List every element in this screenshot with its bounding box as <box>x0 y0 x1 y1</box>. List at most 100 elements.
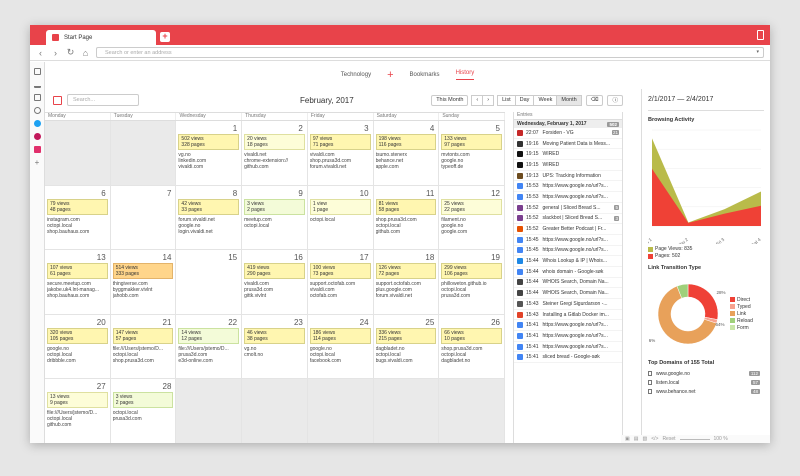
view-week-button[interactable]: Week <box>533 94 558 106</box>
day-top-domain[interactable]: prusa3d.com <box>113 416 174 422</box>
history-entry[interactable]: 15:45 https://www.google.no/url?s... <box>514 235 622 246</box>
calendar-day-cell[interactable]: 12 25 views 22 pages filament.no google.no go… <box>439 185 505 251</box>
day-stats[interactable]: 14 views 12 pages <box>178 327 240 344</box>
day-number[interactable]: 19 <box>441 253 502 263</box>
history-icon[interactable] <box>33 107 41 114</box>
day-stats[interactable]: 514 views 333 pages <box>112 263 174 280</box>
calendar-day-cell[interactable]: 18 126 views 72 pages support.octofab.com pl… <box>373 250 440 315</box>
day-stats[interactable]: 186 views 114 pages <box>309 327 371 344</box>
day-stats[interactable]: 3 views 2 pages <box>112 392 174 409</box>
day-stats[interactable]: 20 views 18 pages <box>244 134 305 150</box>
day-stats[interactable]: 320 views 105 pages <box>47 327 108 344</box>
history-entry[interactable]: 15:41 https://www.google.no/url?s... <box>514 320 622 332</box>
day-number[interactable]: 20 <box>47 318 108 328</box>
history-entry[interactable]: 15:41 sliced bread - Google-søk <box>514 352 622 364</box>
day-top-domain[interactable]: dagbladet.no <box>441 358 502 364</box>
day-top-domain[interactable]: cmolt.no <box>244 352 305 358</box>
day-number[interactable]: 26 <box>441 318 502 328</box>
top-domain-row[interactable]: www.google.no 112 <box>648 369 764 378</box>
day-number[interactable]: 3 <box>310 124 371 134</box>
history-entry[interactable]: 15:45 https://www.google.no/url?s... <box>514 246 622 257</box>
calendar-day-cell[interactable]: 10 1 view 1 page octopi.local <box>307 185 374 251</box>
day-number[interactable]: 9 <box>244 189 305 199</box>
web-panel-icon[interactable] <box>33 133 41 140</box>
day-number[interactable]: 15 <box>178 253 239 263</box>
day-top-domain[interactable]: e3d-online.com <box>178 358 239 364</box>
day-number[interactable]: 24 <box>310 318 371 328</box>
tab-bookmarks[interactable]: Bookmarks <box>410 72 440 78</box>
history-entry[interactable]: 15:43 Installing a Gitlab Docker im... <box>514 310 622 321</box>
zoom-slider[interactable] <box>679 438 710 440</box>
calendar-day-cell[interactable]: 2 20 views 18 pages vivaldi.net chrome-exten… <box>242 121 308 186</box>
next-button[interactable]: › <box>482 94 495 106</box>
calendar-day-cell[interactable]: 8 42 views 33 pages forum.vivaldi.net google… <box>176 185 243 251</box>
day-stats[interactable]: 81 views 58 pages <box>375 198 437 215</box>
history-entry[interactable]: 22:07 Forsiden - VG 21 <box>514 128 622 139</box>
code-icon[interactable]: </> <box>651 436 658 442</box>
day-number[interactable]: 22 <box>178 318 239 328</box>
day-top-domain[interactable]: prusa3d.com <box>441 293 502 299</box>
tab-technology[interactable]: Technology <box>341 72 371 78</box>
day-number[interactable]: 25 <box>376 318 437 328</box>
day-top-domain[interactable]: shop.prusa3d.com <box>113 358 174 364</box>
day-top-domain[interactable]: dribbble.com <box>47 358 108 364</box>
day-stats[interactable]: 100 views 73 pages <box>309 263 371 280</box>
calendar-day-cell[interactable]: 5 133 views 97 pages mvtonts.com google.no ty… <box>439 121 505 186</box>
day-number[interactable]: 2 <box>244 124 305 134</box>
twitter-icon[interactable] <box>33 120 41 127</box>
history-entry[interactable]: 15:41 https://www.google.no/url?s... <box>514 342 622 353</box>
images-icon[interactable]: ▧ <box>642 436 647 442</box>
history-entry[interactable]: 15:44 whois domain - Google-søk <box>514 267 622 278</box>
day-top-domain[interactable]: apple.com <box>376 164 437 170</box>
calendar-icon[interactable] <box>53 95 62 105</box>
history-entry[interactable]: 19:13 UPS: Tracking Information <box>514 171 622 182</box>
add-panel-icon[interactable]: + <box>34 159 41 167</box>
calendar-day-cell[interactable]: 27 13 views 9 pages file:///Users/jstemo/D.… <box>45 379 111 443</box>
calendar-day-cell[interactable]: 15 <box>176 250 243 315</box>
day-stats[interactable]: 419 views 290 pages <box>244 263 305 280</box>
calendar-day-cell[interactable]: 20 320 views 105 pages google.no octopi.loca… <box>45 314 111 380</box>
day-number[interactable]: 28 <box>113 382 174 392</box>
day-stats[interactable]: 42 views 33 pages <box>178 198 240 215</box>
downloads-icon[interactable] <box>33 81 41 88</box>
day-number[interactable]: 23 <box>244 318 305 328</box>
day-top-domain[interactable]: octopi.local <box>310 217 371 223</box>
calendar-day-cell[interactable]: 1 502 views 328 pages vg.no linkedin.com viva… <box>176 121 243 186</box>
view-day-button[interactable]: Day <box>514 94 535 106</box>
day-stats[interactable]: 1 view 1 page <box>309 198 371 215</box>
day-number[interactable]: 1 <box>178 124 239 134</box>
calendar-day-cell[interactable]: 28 3 views 2 pages octopi.local prusa3d.com <box>110 379 177 443</box>
history-entry[interactable]: 15:52 general | Sliced Bread S... 5 <box>514 203 622 214</box>
calendar-day-cell[interactable]: 7 <box>110 185 177 251</box>
day-stats[interactable]: 147 views 57 pages <box>112 327 174 344</box>
top-domain-row[interactable]: www.behance.net 48 <box>648 387 764 396</box>
day-top-domain[interactable]: forum.vivaldi.net <box>376 293 437 299</box>
day-number[interactable]: 7 <box>113 189 174 199</box>
reset-zoom-button[interactable]: Reset <box>662 436 675 442</box>
calendar-day-cell[interactable]: 25 336 views 215 pages dagbladet.no octopi.l… <box>373 314 440 380</box>
day-number[interactable]: 5 <box>441 124 502 134</box>
history-entry[interactable]: 15:44 WHOIS Search, Domain Na... <box>514 278 622 289</box>
entries-day-group[interactable]: Wednesday, February 1, 2017 502 <box>514 120 622 128</box>
calendar-day-cell[interactable]: 6 79 views 48 pages instagram.com octopi.loc… <box>45 185 111 251</box>
day-number[interactable]: 4 <box>376 124 437 134</box>
day-number[interactable]: 10 <box>310 189 371 199</box>
calendar-day-cell[interactable]: 21 147 views 57 pages file:///Users/jstemo/… <box>110 314 177 380</box>
day-top-domain[interactable]: gittk.vivlnt <box>244 293 305 299</box>
calendar-day-cell[interactable]: 11 81 views 58 pages shop.prusa3d.com octopi… <box>373 185 440 251</box>
day-top-domain[interactable]: shop.bauhaus.com <box>47 293 108 299</box>
day-stats[interactable]: 46 views 38 pages <box>244 327 305 344</box>
day-stats[interactable]: 25 views 22 pages <box>441 198 502 215</box>
day-top-domain[interactable]: login.vivaldi.net <box>178 229 239 235</box>
calendar-day-cell[interactable]: 14 514 views 333 pages thingiverse.com byggm… <box>110 250 177 315</box>
tab-start-page[interactable]: Start Page <box>46 30 156 45</box>
dropdown-icon[interactable]: ▾ <box>756 49 759 55</box>
day-stats[interactable]: 107 views 61 pages <box>47 263 108 280</box>
info-button[interactable]: ⓘ <box>607 94 623 106</box>
back-icon[interactable]: ‹ <box>36 48 45 58</box>
calendar-day-cell[interactable]: 16 419 views 290 pages vivaldi.com prusa3d.c… <box>242 250 308 315</box>
calendar-day-cell[interactable]: 22 14 views 12 pages file:///Users/jstemo/D… <box>176 314 243 380</box>
day-stats[interactable]: 126 views 72 pages <box>375 263 437 280</box>
day-number[interactable]: 8 <box>178 189 239 199</box>
tiling-icon[interactable]: ▤ <box>634 436 639 442</box>
